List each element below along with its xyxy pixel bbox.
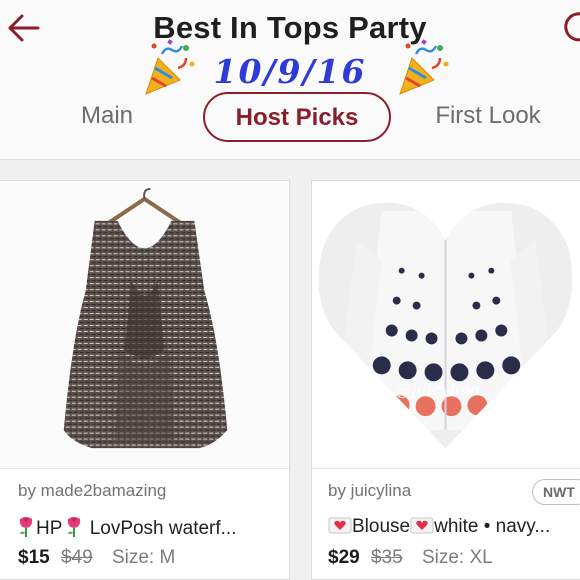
listing-title[interactable]: HP LovPosh waterf... [16, 515, 282, 540]
listing-title-part: white • navy... [434, 516, 551, 537]
party-date: 10/9/16 [213, 52, 367, 91]
tulip-icon [19, 517, 33, 537]
party-tabs: Main Host Picks First Look [0, 92, 580, 142]
tab-main[interactable]: Main [62, 92, 152, 142]
listing-title[interactable]: Blouse white • navy... [328, 515, 580, 538]
listing-title-part: HP [36, 518, 63, 539]
refresh-button[interactable] [556, 10, 580, 46]
tab-first-look[interactable]: First Look [420, 92, 556, 142]
listing-size: Size: XL [421, 547, 493, 568]
page-title: Best In Tops Party [153, 10, 427, 45]
listing-title-part: Blouse [352, 516, 411, 537]
price-row: $29 $35 Size: XL [328, 547, 493, 569]
original-price: $49 [60, 547, 93, 568]
party-header: Best In Tops Party 10/9/16 Main Host Pic… [0, 0, 580, 160]
heart-letter-icon [410, 517, 434, 534]
listing-grid: by made2bamazing HP LovPosh waterf... $1… [0, 160, 580, 580]
refresh-icon [564, 12, 580, 42]
seller-name[interactable]: by juicylina [328, 481, 411, 501]
listing-price: $29 [328, 547, 360, 568]
price-row: $15 $49 Size: M [18, 547, 175, 569]
party-popper-icon [145, 39, 195, 95]
image-watermark: @juicylina [396, 380, 480, 399]
listing-image[interactable]: @juicylina [312, 181, 580, 469]
listing-price: $15 [18, 547, 50, 568]
listing-card[interactable]: by made2bamazing HP LovPosh waterf... $1… [0, 180, 290, 580]
heart-letter-icon [328, 517, 352, 534]
party-popper-icon [399, 39, 449, 95]
seller-name[interactable]: by made2bamazing [18, 481, 166, 501]
nwt-badge: NWT [532, 479, 580, 505]
listing-size: Size: M [111, 547, 176, 568]
listing-card[interactable]: @juicylina by juicylina NWT Blouse white… [311, 180, 580, 580]
listing-image[interactable] [0, 181, 289, 469]
original-price: $35 [370, 547, 403, 568]
listing-title-part: LovPosh waterf... [89, 518, 237, 539]
tulip-icon [68, 517, 81, 537]
tab-host-picks[interactable]: Host Picks [203, 92, 391, 142]
